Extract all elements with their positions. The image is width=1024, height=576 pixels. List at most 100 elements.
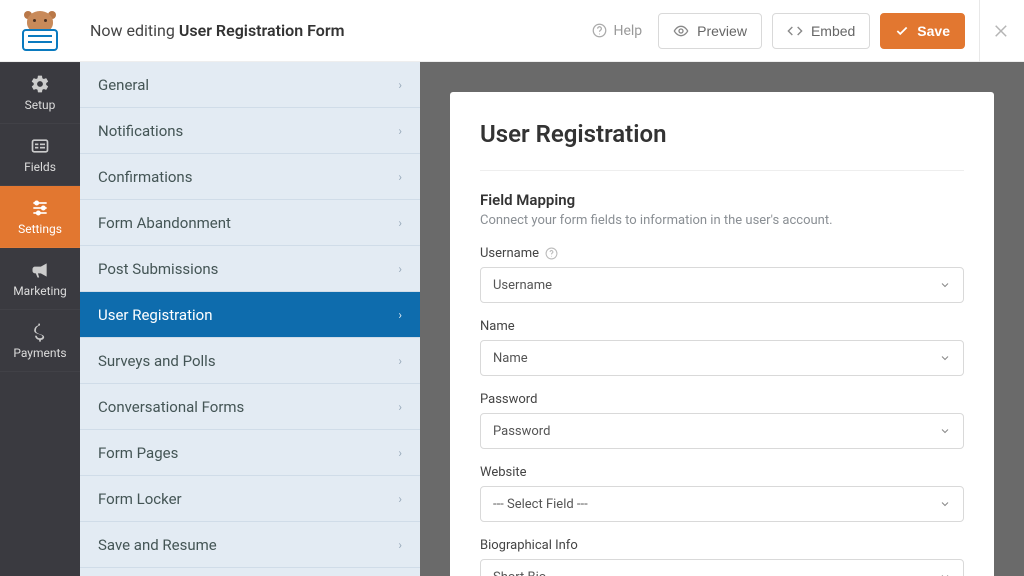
field-label: Name xyxy=(480,319,964,334)
divider xyxy=(480,170,964,171)
editing-prefix: Now editing xyxy=(90,21,179,40)
left-rail: Setup Fields Settings Marketing Payments xyxy=(0,62,80,576)
username-select[interactable]: Username xyxy=(480,267,964,303)
field-label: Password xyxy=(480,392,964,407)
field-username: Username Username xyxy=(480,246,964,303)
rail-label: Fields xyxy=(24,160,56,174)
rail-item-fields[interactable]: Fields xyxy=(0,124,80,186)
chevron-right-icon: › xyxy=(398,400,402,414)
chevron-right-icon: › xyxy=(398,216,402,230)
section-description: Connect your form fields to information … xyxy=(480,213,964,228)
panel-item-general[interactable]: General › xyxy=(80,62,420,108)
chevron-down-icon xyxy=(939,352,951,364)
code-icon xyxy=(787,23,803,39)
close-icon xyxy=(993,22,1011,40)
app-logo xyxy=(0,11,80,51)
panel-label: Form Abandonment xyxy=(98,214,231,232)
field-label: Website xyxy=(480,465,964,480)
field-password: Password Password xyxy=(480,392,964,449)
save-label: Save xyxy=(917,23,950,39)
chevron-right-icon: › xyxy=(398,124,402,138)
gear-icon xyxy=(30,74,50,94)
rail-label: Marketing xyxy=(13,284,67,298)
help-label: Help xyxy=(613,23,642,39)
close-button[interactable] xyxy=(980,0,1024,62)
now-editing-label: Now editing User Registration Form xyxy=(90,21,344,40)
panel-item-form-locker[interactable]: Form Locker› xyxy=(80,476,420,522)
rail-item-payments[interactable]: Payments xyxy=(0,310,80,372)
save-button[interactable]: Save xyxy=(880,13,965,49)
field-name: Name Name xyxy=(480,319,964,376)
rail-label: Settings xyxy=(18,222,62,236)
chevron-down-icon xyxy=(939,498,951,510)
dollar-icon xyxy=(30,322,50,342)
select-value: Username xyxy=(493,278,552,293)
panel-item-notifications[interactable]: Notifications › xyxy=(80,108,420,154)
chevron-down-icon xyxy=(939,279,951,291)
panel-label: Save and Resume xyxy=(98,536,217,554)
rail-label: Payments xyxy=(13,346,66,360)
settings-panel: General › Notifications › Confirmations › F… xyxy=(80,62,420,576)
panel-label: Conversational Forms xyxy=(98,398,244,416)
rail-item-marketing[interactable]: Marketing xyxy=(0,248,80,310)
chevron-right-icon: › xyxy=(398,446,402,460)
help-link[interactable]: Help xyxy=(592,23,642,39)
chevron-right-icon: › xyxy=(398,538,402,552)
preview-label: Preview xyxy=(697,23,747,39)
bear-mascot-icon xyxy=(18,11,62,51)
password-select[interactable]: Password xyxy=(480,413,964,449)
website-select[interactable]: --- Select Field --- xyxy=(480,486,964,522)
top-bar: Now editing User Registration Form Help … xyxy=(0,0,1024,62)
embed-label: Embed xyxy=(811,23,855,39)
section-title: Field Mapping xyxy=(480,191,964,209)
chevron-down-icon xyxy=(939,425,951,437)
preview-button[interactable]: Preview xyxy=(658,13,762,49)
select-value: Name xyxy=(493,351,528,366)
embed-button[interactable]: Embed xyxy=(772,13,870,49)
panel-item-form-abandonment[interactable]: Form Abandonment › xyxy=(80,200,420,246)
chevron-right-icon: › xyxy=(398,354,402,368)
panel-item-confirmations[interactable]: Confirmations › xyxy=(80,154,420,200)
select-value: --- Select Field --- xyxy=(493,497,588,512)
panel-item-post-submissions[interactable]: Post Submissions › xyxy=(80,246,420,292)
panel-item-user-registration[interactable]: User Registration › xyxy=(80,292,420,338)
chevron-right-icon: › xyxy=(398,308,402,322)
panel-label: General xyxy=(98,76,149,94)
top-actions: Help Preview Embed Save xyxy=(592,13,979,49)
field-label: Biographical Info xyxy=(480,538,964,553)
page-title: User Registration xyxy=(480,120,964,148)
sliders-icon xyxy=(30,198,50,218)
bio-select[interactable]: Short Bio xyxy=(480,559,964,576)
chevron-right-icon: › xyxy=(398,262,402,276)
name-select[interactable]: Name xyxy=(480,340,964,376)
panel-item-save-resume[interactable]: Save and Resume › xyxy=(80,522,420,568)
panel-item-surveys-polls[interactable]: Surveys and Polls › xyxy=(80,338,420,384)
rail-item-setup[interactable]: Setup xyxy=(0,62,80,124)
content-frame: User Registration Field Mapping Connect … xyxy=(420,62,1024,576)
field-website: Website --- Select Field --- xyxy=(480,465,964,522)
panel-label: Form Pages xyxy=(98,444,178,462)
chevron-down-icon xyxy=(939,571,951,576)
panel-item-conversational-forms[interactable]: Conversational Forms › xyxy=(80,384,420,430)
content-card: User Registration Field Mapping Connect … xyxy=(450,92,994,576)
panel-label: User Registration xyxy=(98,306,213,324)
panel-label: Post Submissions xyxy=(98,260,218,278)
select-value: Short Bio xyxy=(493,570,546,576)
bullhorn-icon xyxy=(30,260,50,280)
list-icon xyxy=(30,136,50,156)
check-icon xyxy=(895,24,909,38)
panel-label: Confirmations xyxy=(98,168,192,186)
field-bio: Biographical Info Short Bio xyxy=(480,538,964,576)
rail-item-settings[interactable]: Settings xyxy=(0,186,80,248)
rail-label: Setup xyxy=(25,98,56,112)
panel-label: Surveys and Polls xyxy=(98,352,216,370)
chevron-right-icon: › xyxy=(398,170,402,184)
chevron-right-icon: › xyxy=(398,492,402,506)
eye-icon xyxy=(673,23,689,39)
panel-label: Notifications xyxy=(98,122,183,140)
chevron-right-icon: › xyxy=(398,78,402,92)
help-icon xyxy=(592,23,607,38)
panel-item-form-pages[interactable]: Form Pages › xyxy=(80,430,420,476)
field-label: Username xyxy=(480,246,964,261)
help-icon[interactable] xyxy=(545,247,558,260)
